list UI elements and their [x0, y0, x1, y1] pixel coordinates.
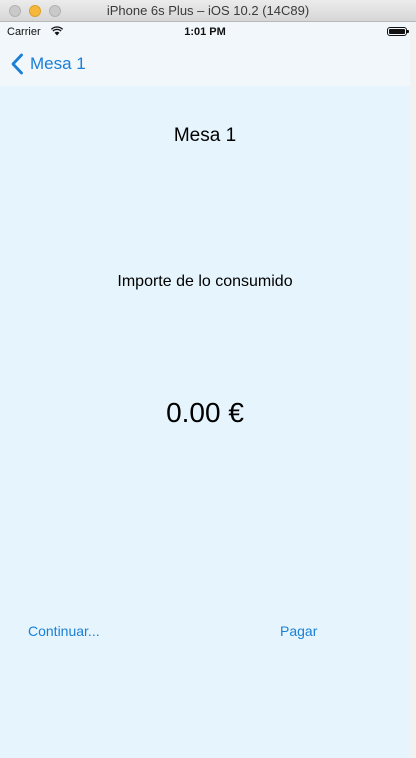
navigation-bar: Mesa 1	[0, 42, 410, 86]
continue-button[interactable]: Continuar...	[28, 623, 100, 639]
status-time: 1:01 PM	[184, 26, 226, 38]
simulator-window-bar: iPhone 6s Plus – iOS 10.2 (14C89)	[0, 0, 416, 22]
battery-icon	[387, 27, 409, 36]
device-screen: Carrier 1:01 PM Mesa 1 Mesa 1 Importe de…	[0, 22, 416, 758]
amount-value: 0.00 €	[166, 397, 244, 428]
back-button[interactable]: Mesa 1	[10, 52, 86, 76]
chevron-left-icon	[10, 53, 24, 75]
window-title: iPhone 6s Plus – iOS 10.2 (14C89)	[106, 3, 310, 18]
page-title: Mesa 1	[173, 125, 237, 146]
status-bar: Carrier 1:01 PM	[0, 22, 410, 42]
pay-button[interactable]: Pagar	[280, 623, 317, 639]
consumption-label: Importe de lo consumido	[117, 273, 293, 290]
back-button-label: Mesa 1	[30, 54, 86, 73]
